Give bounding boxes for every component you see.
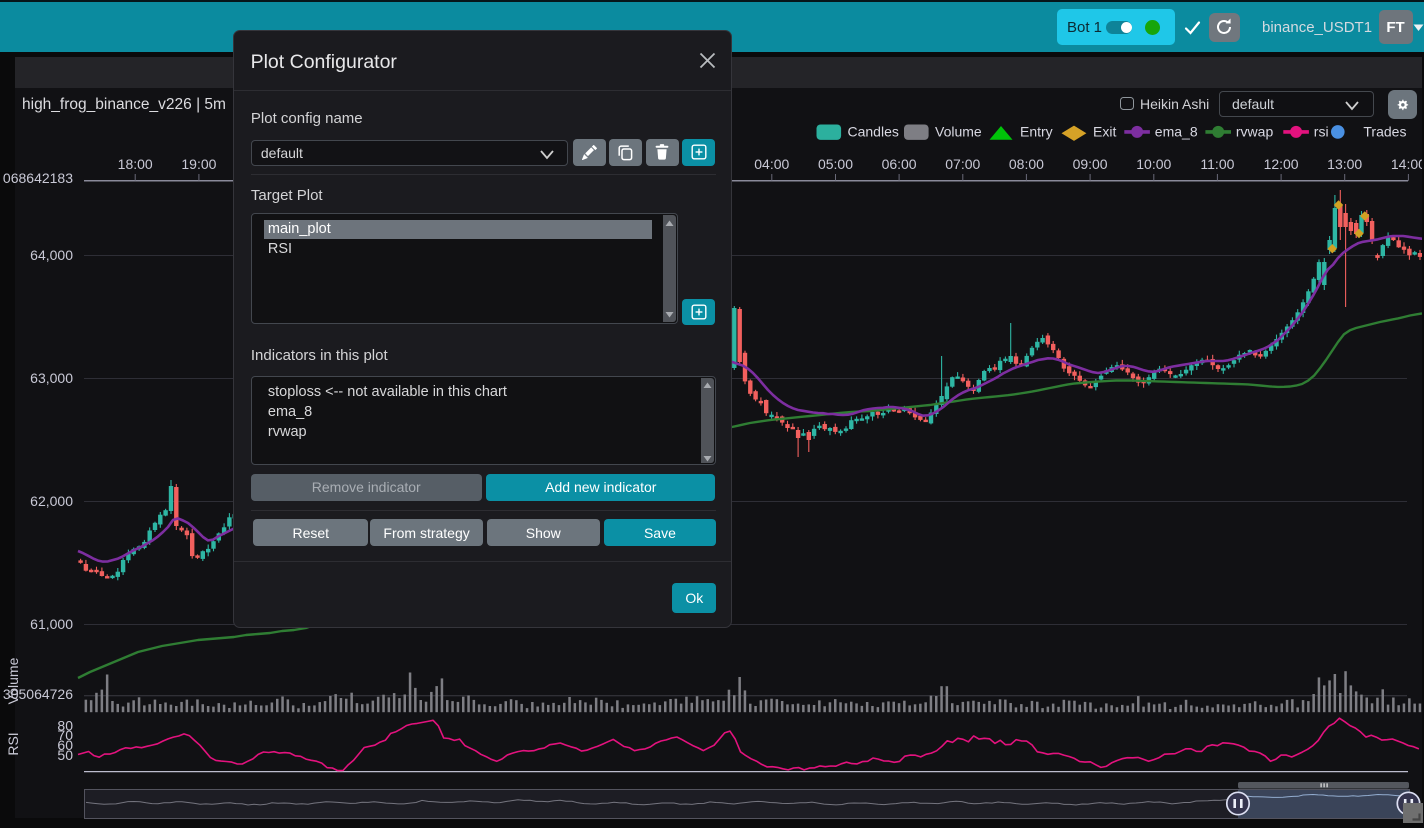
svg-text:ema_8: ema_8 [1155, 124, 1198, 140]
svg-text:Volume: Volume [5, 657, 21, 704]
svg-text:rvwap: rvwap [1236, 124, 1274, 140]
svg-text:Volume: Volume [935, 124, 982, 140]
svg-text:63,000: 63,000 [30, 370, 73, 386]
svg-text:Candles: Candles [848, 124, 899, 140]
svg-text:14:00: 14:00 [1391, 156, 1424, 172]
svg-text:RSI: RSI [5, 732, 21, 755]
svg-text:Trades: Trades [1363, 124, 1406, 140]
svg-text:18:00: 18:00 [118, 156, 153, 172]
svg-text:high_frog_binance_v226 | 5m: high_frog_binance_v226 | 5m [22, 96, 226, 113]
svg-text:10:00: 10:00 [1136, 156, 1171, 172]
svg-text:11:00: 11:00 [1200, 156, 1234, 172]
svg-text:Exit: Exit [1093, 124, 1116, 140]
svg-text:50: 50 [57, 747, 73, 763]
svg-text:rsi: rsi [1314, 124, 1329, 140]
svg-text:13:00: 13:00 [1327, 156, 1362, 172]
svg-text:068642183: 068642183 [3, 170, 73, 186]
svg-text:19:00: 19:00 [181, 156, 216, 172]
svg-text:Entry: Entry [1020, 124, 1053, 140]
svg-text:08:00: 08:00 [1009, 156, 1044, 172]
svg-text:09:00: 09:00 [1073, 156, 1108, 172]
svg-text:64,000: 64,000 [30, 247, 73, 263]
svg-text:12:00: 12:00 [1264, 156, 1299, 172]
svg-text:07:00: 07:00 [945, 156, 980, 172]
svg-text:61,000: 61,000 [30, 616, 73, 632]
svg-text:62,000: 62,000 [30, 493, 73, 509]
svg-text:06:00: 06:00 [882, 156, 917, 172]
svg-text:05:00: 05:00 [818, 156, 853, 172]
svg-text:04:00: 04:00 [754, 156, 789, 172]
